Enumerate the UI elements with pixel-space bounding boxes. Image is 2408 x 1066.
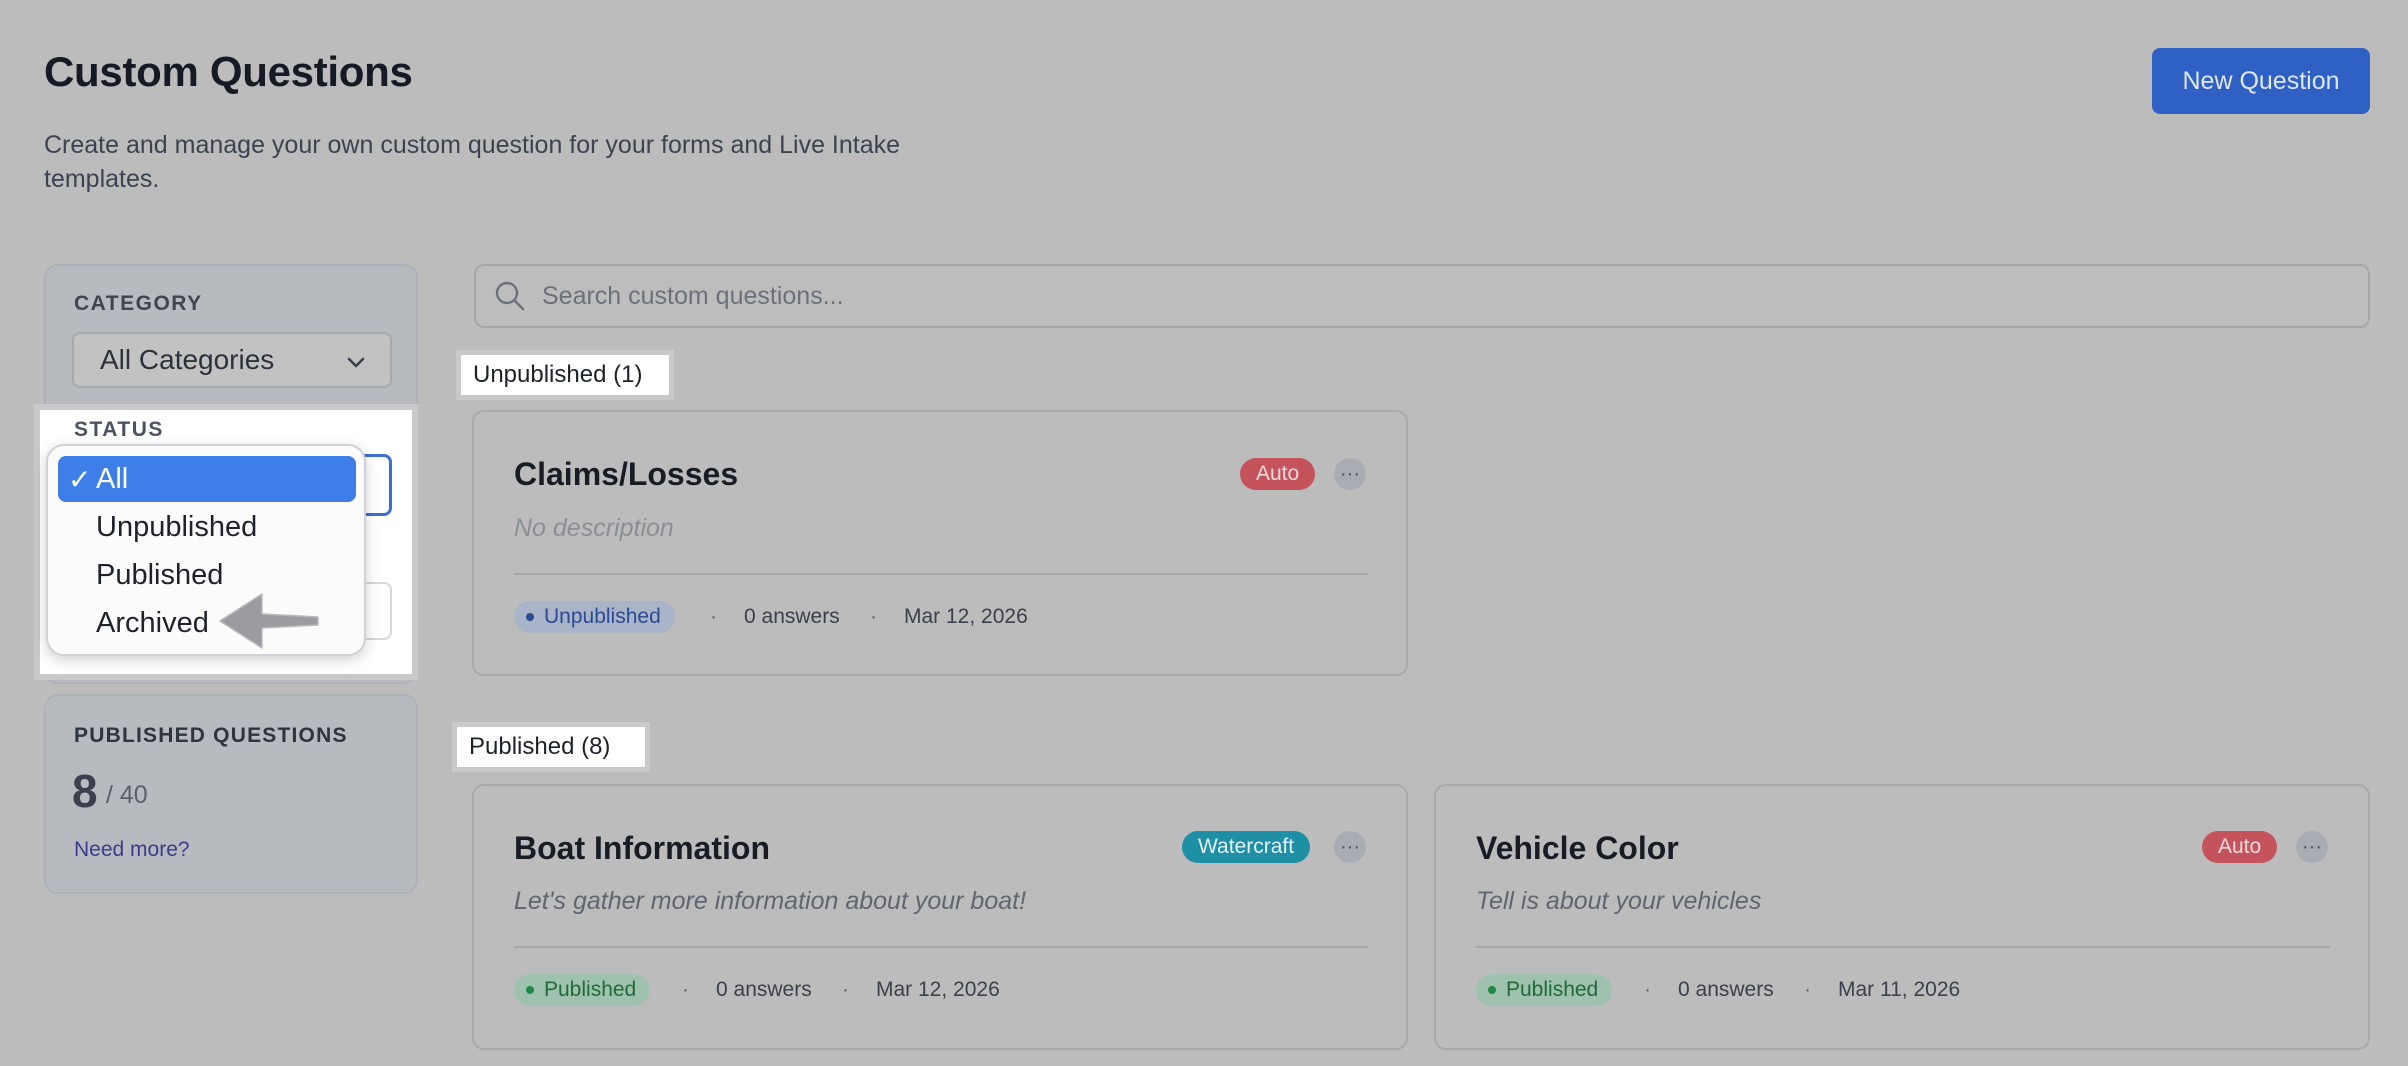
status-dot bbox=[526, 986, 534, 994]
question-card-claims-losses[interactable] bbox=[472, 410, 1408, 676]
category-badge: Watercraft bbox=[1182, 831, 1311, 863]
page-title: Custom Questions bbox=[44, 48, 413, 95]
question-date: Mar 12, 2026 bbox=[876, 978, 1000, 1001]
status-text: Published bbox=[1506, 978, 1599, 1001]
meta-separator: · bbox=[1804, 978, 1811, 1001]
question-description: Tell is about your vehicles bbox=[1476, 887, 1762, 915]
question-title: Claims/Losses bbox=[514, 456, 739, 492]
status-option-label: Unpublished bbox=[96, 510, 258, 543]
more-horizontal-icon: ··· bbox=[1340, 835, 1360, 858]
meta-separator: · bbox=[870, 605, 877, 628]
search-icon bbox=[495, 281, 525, 311]
category-select-value: All Categories bbox=[100, 344, 275, 375]
more-horizontal-icon: ··· bbox=[1340, 462, 1360, 485]
status-option-label: Archived bbox=[96, 606, 209, 639]
question-description: No description bbox=[514, 514, 674, 542]
question-card-vehicle-color[interactable] bbox=[1434, 784, 2370, 1050]
meta-separator: · bbox=[842, 978, 849, 1001]
quota-limit: / 40 bbox=[106, 781, 148, 809]
question-title: Vehicle Color bbox=[1476, 830, 1679, 866]
page-subtitle: Create and manage your own custom questi… bbox=[44, 131, 901, 193]
card-divider bbox=[514, 573, 1368, 575]
status-label: STATUS bbox=[74, 418, 164, 441]
quota-count: 8 bbox=[72, 765, 98, 817]
status-badge: Unpublished bbox=[514, 601, 675, 633]
answers-count: 0 answers bbox=[716, 978, 812, 1001]
meta-separator: · bbox=[1644, 978, 1651, 1001]
status-option-unpublished[interactable]: Unpublished bbox=[58, 504, 356, 550]
quota-label: PUBLISHED QUESTIONS bbox=[74, 724, 348, 747]
section-header-published: Published (8) bbox=[452, 722, 650, 772]
category-label: CATEGORY bbox=[74, 292, 203, 315]
more-options-button[interactable]: ··· bbox=[1334, 831, 1366, 863]
section-header-unpublished: Unpublished (1) bbox=[456, 350, 674, 400]
status-badge: Published bbox=[514, 974, 651, 1006]
meta-separator: · bbox=[682, 978, 689, 1001]
question-description: Let's gather more information about your… bbox=[514, 887, 1027, 915]
need-more-link[interactable]: Need more? bbox=[74, 838, 190, 862]
answers-count: 0 answers bbox=[744, 605, 840, 628]
status-option-all[interactable]: ✓ All bbox=[58, 456, 356, 502]
category-select[interactable]: All Categories bbox=[72, 332, 392, 388]
check-icon: ✓ bbox=[68, 463, 92, 495]
status-badge: Published bbox=[1476, 974, 1613, 1006]
more-horizontal-icon: ··· bbox=[2302, 835, 2322, 858]
status-dot bbox=[526, 613, 534, 621]
more-options-button[interactable]: ··· bbox=[1334, 458, 1366, 490]
status-text: Published bbox=[544, 978, 637, 1001]
new-question-button[interactable]: New Question bbox=[2152, 48, 2370, 114]
status-option-label: Published bbox=[96, 558, 224, 591]
card-divider bbox=[514, 946, 1368, 948]
chevron-down-icon bbox=[347, 357, 365, 368]
question-card-boat-information[interactable] bbox=[472, 784, 1408, 1050]
meta-separator: · bbox=[710, 605, 717, 628]
status-option-label: All bbox=[96, 462, 129, 495]
status-text: Unpublished bbox=[544, 605, 661, 628]
search-input[interactable] bbox=[542, 276, 2322, 316]
question-title: Boat Information bbox=[514, 830, 770, 866]
question-date: Mar 12, 2026 bbox=[904, 605, 1028, 628]
category-badge: Auto bbox=[2202, 831, 2278, 863]
category-badge: Auto bbox=[1240, 458, 1316, 490]
more-options-button[interactable]: ··· bbox=[2296, 831, 2328, 863]
question-date: Mar 11, 2026 bbox=[1838, 978, 1961, 1001]
arrow-left-icon bbox=[219, 593, 319, 649]
answers-count: 0 answers bbox=[1678, 978, 1774, 1001]
card-divider bbox=[1476, 946, 2330, 948]
status-dot bbox=[1488, 986, 1496, 994]
